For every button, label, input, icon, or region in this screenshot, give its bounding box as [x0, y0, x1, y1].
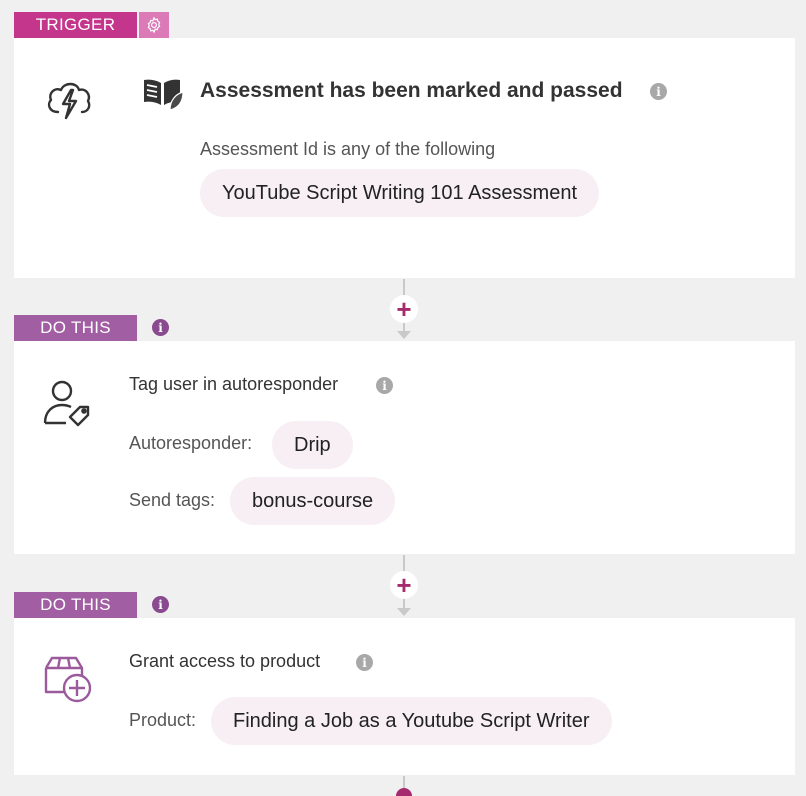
do-this-info-icon[interactable]: i [152, 596, 169, 613]
connector-arrow [397, 331, 411, 339]
send-tags-label: Send tags: [129, 490, 216, 510]
connector-arrow [397, 608, 411, 616]
user-tag-icon [43, 380, 90, 427]
add-step-button-partial[interactable] [396, 788, 412, 796]
lightning-cloud-icon [47, 82, 91, 120]
trigger-label: TRIGGER [14, 12, 137, 38]
action1-info-icon[interactable]: i [376, 377, 393, 394]
trigger-info-icon[interactable]: i [650, 83, 667, 100]
assessment-value-pill[interactable]: YouTube Script Writing 101 Assessment [200, 169, 599, 217]
do-this-info-icon[interactable]: i [152, 319, 169, 336]
add-step-button[interactable]: + [390, 571, 418, 599]
box-add-icon [44, 656, 92, 703]
open-book-leaf-icon [144, 79, 184, 111]
trigger-title: Assessment has been marked and passed [200, 79, 623, 102]
send-tags-value-pill[interactable]: bonus-course [230, 477, 396, 525]
action2-title: Grant access to product [129, 651, 321, 671]
product-label: Product: [129, 710, 197, 730]
do-this-label: DO THIS [14, 592, 137, 618]
do-this-label: DO THIS [14, 315, 137, 341]
action2-info-icon[interactable]: i [356, 654, 373, 671]
autoresponder-value-pill[interactable]: Drip [272, 421, 353, 469]
trigger-settings-button[interactable] [139, 12, 169, 38]
product-value-pill[interactable]: Finding a Job as a Youtube Script Writer [211, 697, 612, 745]
autoresponder-label: Autoresponder: [129, 433, 253, 453]
gear-icon [147, 16, 161, 34]
action1-title: Tag user in autoresponder [129, 374, 339, 394]
add-step-button[interactable]: + [390, 295, 418, 323]
action-card-tag-user[interactable]: Tag user in autoresponder i Autoresponde… [14, 341, 795, 554]
trigger-condition-text: Assessment Id is any of the following [200, 139, 496, 159]
trigger-card[interactable]: Assessment has been marked and passed i … [14, 38, 795, 278]
action-card-grant-access[interactable]: Grant access to product i Product: Findi… [14, 618, 795, 775]
